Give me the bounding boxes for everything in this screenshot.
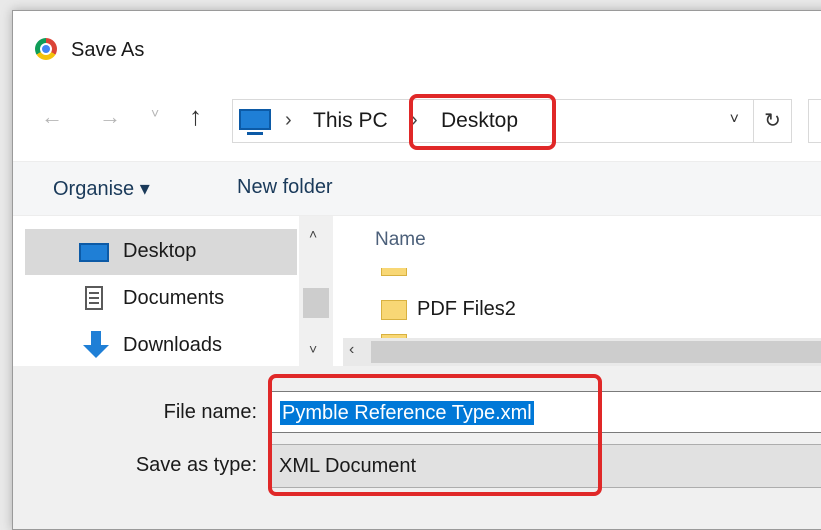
chrome-icon bbox=[35, 38, 57, 60]
save-as-type-label: Save as type: bbox=[135, 454, 257, 476]
recent-locations-chevron-icon[interactable]: ˅ bbox=[151, 105, 159, 121]
sidebar-item-desktop[interactable]: Desktop bbox=[25, 229, 297, 275]
refresh-icon[interactable]: ↻ bbox=[753, 100, 791, 142]
scrollbar-thumb[interactable] bbox=[303, 288, 329, 318]
toolbar: Organise ▾ New folder bbox=[13, 161, 821, 216]
search-input[interactable] bbox=[808, 99, 821, 143]
breadcrumb-desktop[interactable]: Desktop bbox=[441, 109, 518, 133]
this-pc-icon bbox=[239, 109, 271, 135]
desktop-icon bbox=[79, 243, 109, 262]
save-as-type-value[interactable]: XML Document bbox=[279, 455, 416, 478]
scroll-left-chevron-icon[interactable]: ‹ bbox=[349, 341, 354, 359]
navigation-pane: Desktop Documents Downloads ˄ ˅ bbox=[13, 216, 333, 366]
address-dropdown-chevron-icon[interactable]: ˅ bbox=[730, 111, 739, 129]
file-name-label: File name: bbox=[163, 401, 257, 423]
file-list-scrollbar[interactable]: ‹ bbox=[343, 338, 821, 366]
forward-arrow-icon[interactable]: → bbox=[99, 104, 121, 130]
folder-icon bbox=[381, 268, 407, 276]
documents-icon bbox=[85, 286, 103, 310]
breadcrumb-separator-icon[interactable]: › bbox=[411, 109, 418, 132]
sidebar-item-label: Desktop bbox=[123, 240, 197, 262]
downloads-icon bbox=[83, 331, 109, 359]
back-arrow-icon[interactable]: ← bbox=[41, 104, 63, 130]
file-name-value[interactable]: Pymble Reference Type.xml bbox=[280, 401, 534, 425]
file-name-field[interactable]: Pymble Reference Type.xml bbox=[270, 391, 821, 433]
address-bar[interactable]: › This PC › Desktop ˅ ↻ bbox=[232, 99, 792, 143]
title-bar: Save As bbox=[13, 11, 821, 71]
list-item[interactable]: PDF Files2 bbox=[417, 298, 516, 321]
sidebar-item-downloads[interactable]: Downloads bbox=[25, 323, 297, 369]
save-form: File name: Pymble Reference Type.xml Sav… bbox=[13, 366, 821, 529]
scroll-up-chevron-icon[interactable]: ˄ bbox=[309, 226, 317, 242]
breadcrumb-separator-icon[interactable]: › bbox=[285, 109, 292, 132]
scroll-down-chevron-icon[interactable]: ˅ bbox=[309, 341, 317, 357]
sidebar-scrollbar[interactable]: ˄ ˅ bbox=[299, 216, 333, 366]
up-arrow-icon[interactable]: ↑ bbox=[189, 101, 202, 132]
column-header-name[interactable]: Name bbox=[375, 229, 426, 251]
folder-icon bbox=[381, 300, 407, 320]
breadcrumb-this-pc[interactable]: This PC bbox=[313, 109, 388, 133]
sidebar-item-label: Downloads bbox=[123, 334, 222, 356]
dialog-title: Save As bbox=[71, 39, 145, 61]
save-as-type-select[interactable]: XML Document bbox=[270, 444, 821, 488]
navigation-bar: ← → ˅ ↑ › This PC › Desktop ˅ ↻ bbox=[13, 71, 821, 161]
scrollbar-thumb[interactable] bbox=[371, 341, 821, 363]
file-list: Name PDF Files2 ‹ bbox=[333, 216, 821, 366]
new-folder-button[interactable]: New folder bbox=[237, 176, 333, 199]
save-as-dialog: Save As ← → ˅ ↑ › This PC › Desktop ˅ ↻ … bbox=[12, 10, 821, 530]
sidebar-item-documents[interactable]: Documents bbox=[25, 276, 297, 322]
sidebar-item-label: Documents bbox=[123, 287, 225, 309]
organise-button[interactable]: Organise ▾ bbox=[53, 176, 150, 201]
